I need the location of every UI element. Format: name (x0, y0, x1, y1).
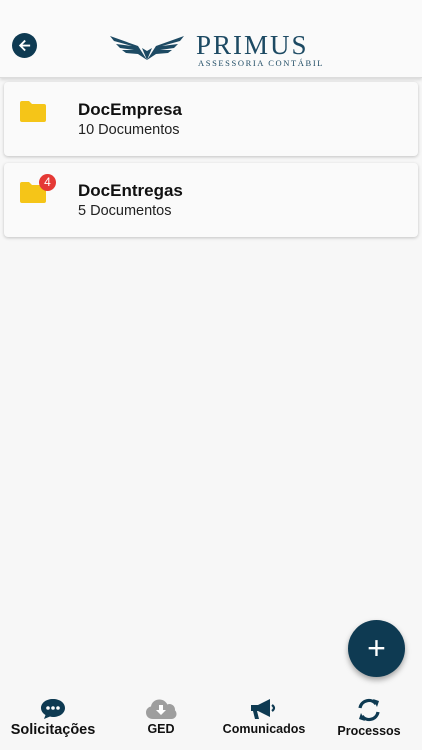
nav-label: Comunicados (222, 722, 306, 736)
megaphone-icon (251, 699, 276, 719)
folder-count: 5 Documentos (78, 203, 172, 219)
nav-label: Processos (337, 724, 401, 738)
wings-logo-icon (110, 36, 184, 60)
logo-name: PRIMUS (196, 30, 309, 60)
sync-icon (358, 698, 380, 722)
notification-badge: 4 (39, 174, 56, 191)
arrow-left-icon (18, 39, 31, 52)
nav-ged[interactable]: GED (133, 698, 189, 736)
primus-logo: PRIMUS ASSESSORIA CONTÁBIL (108, 28, 322, 68)
folder-card-docentregas[interactable]: 4 DocEntregas 5 Documentos (4, 163, 418, 237)
bottom-navigation: Solicitações GED Comunicados Processos (0, 690, 422, 750)
folder-title: DocEntregas (78, 181, 183, 200)
nav-comunicados[interactable]: Comunicados (218, 698, 310, 736)
cloud-download-icon (146, 699, 177, 719)
folder-icon (20, 101, 46, 122)
folder-list: DocEmpresa 10 Documentos 4 DocEntregas 5… (4, 82, 418, 244)
chat-bubble-icon (41, 699, 65, 719)
folder-count: 10 Documentos (78, 122, 180, 138)
nav-label: Solicitações (10, 722, 96, 738)
add-button[interactable]: + (348, 620, 405, 677)
nav-processos[interactable]: Processos (334, 698, 404, 738)
folder-title: DocEmpresa (78, 100, 182, 119)
nav-solicitacoes[interactable]: Solicitações (8, 698, 98, 738)
back-button[interactable] (12, 33, 37, 58)
app-header: PRIMUS ASSESSORIA CONTÁBIL (0, 0, 422, 78)
nav-label: GED (147, 722, 175, 736)
folder-card-docempresa[interactable]: DocEmpresa 10 Documentos (4, 82, 418, 156)
logo-subtitle: ASSESSORIA CONTÁBIL (198, 58, 325, 68)
